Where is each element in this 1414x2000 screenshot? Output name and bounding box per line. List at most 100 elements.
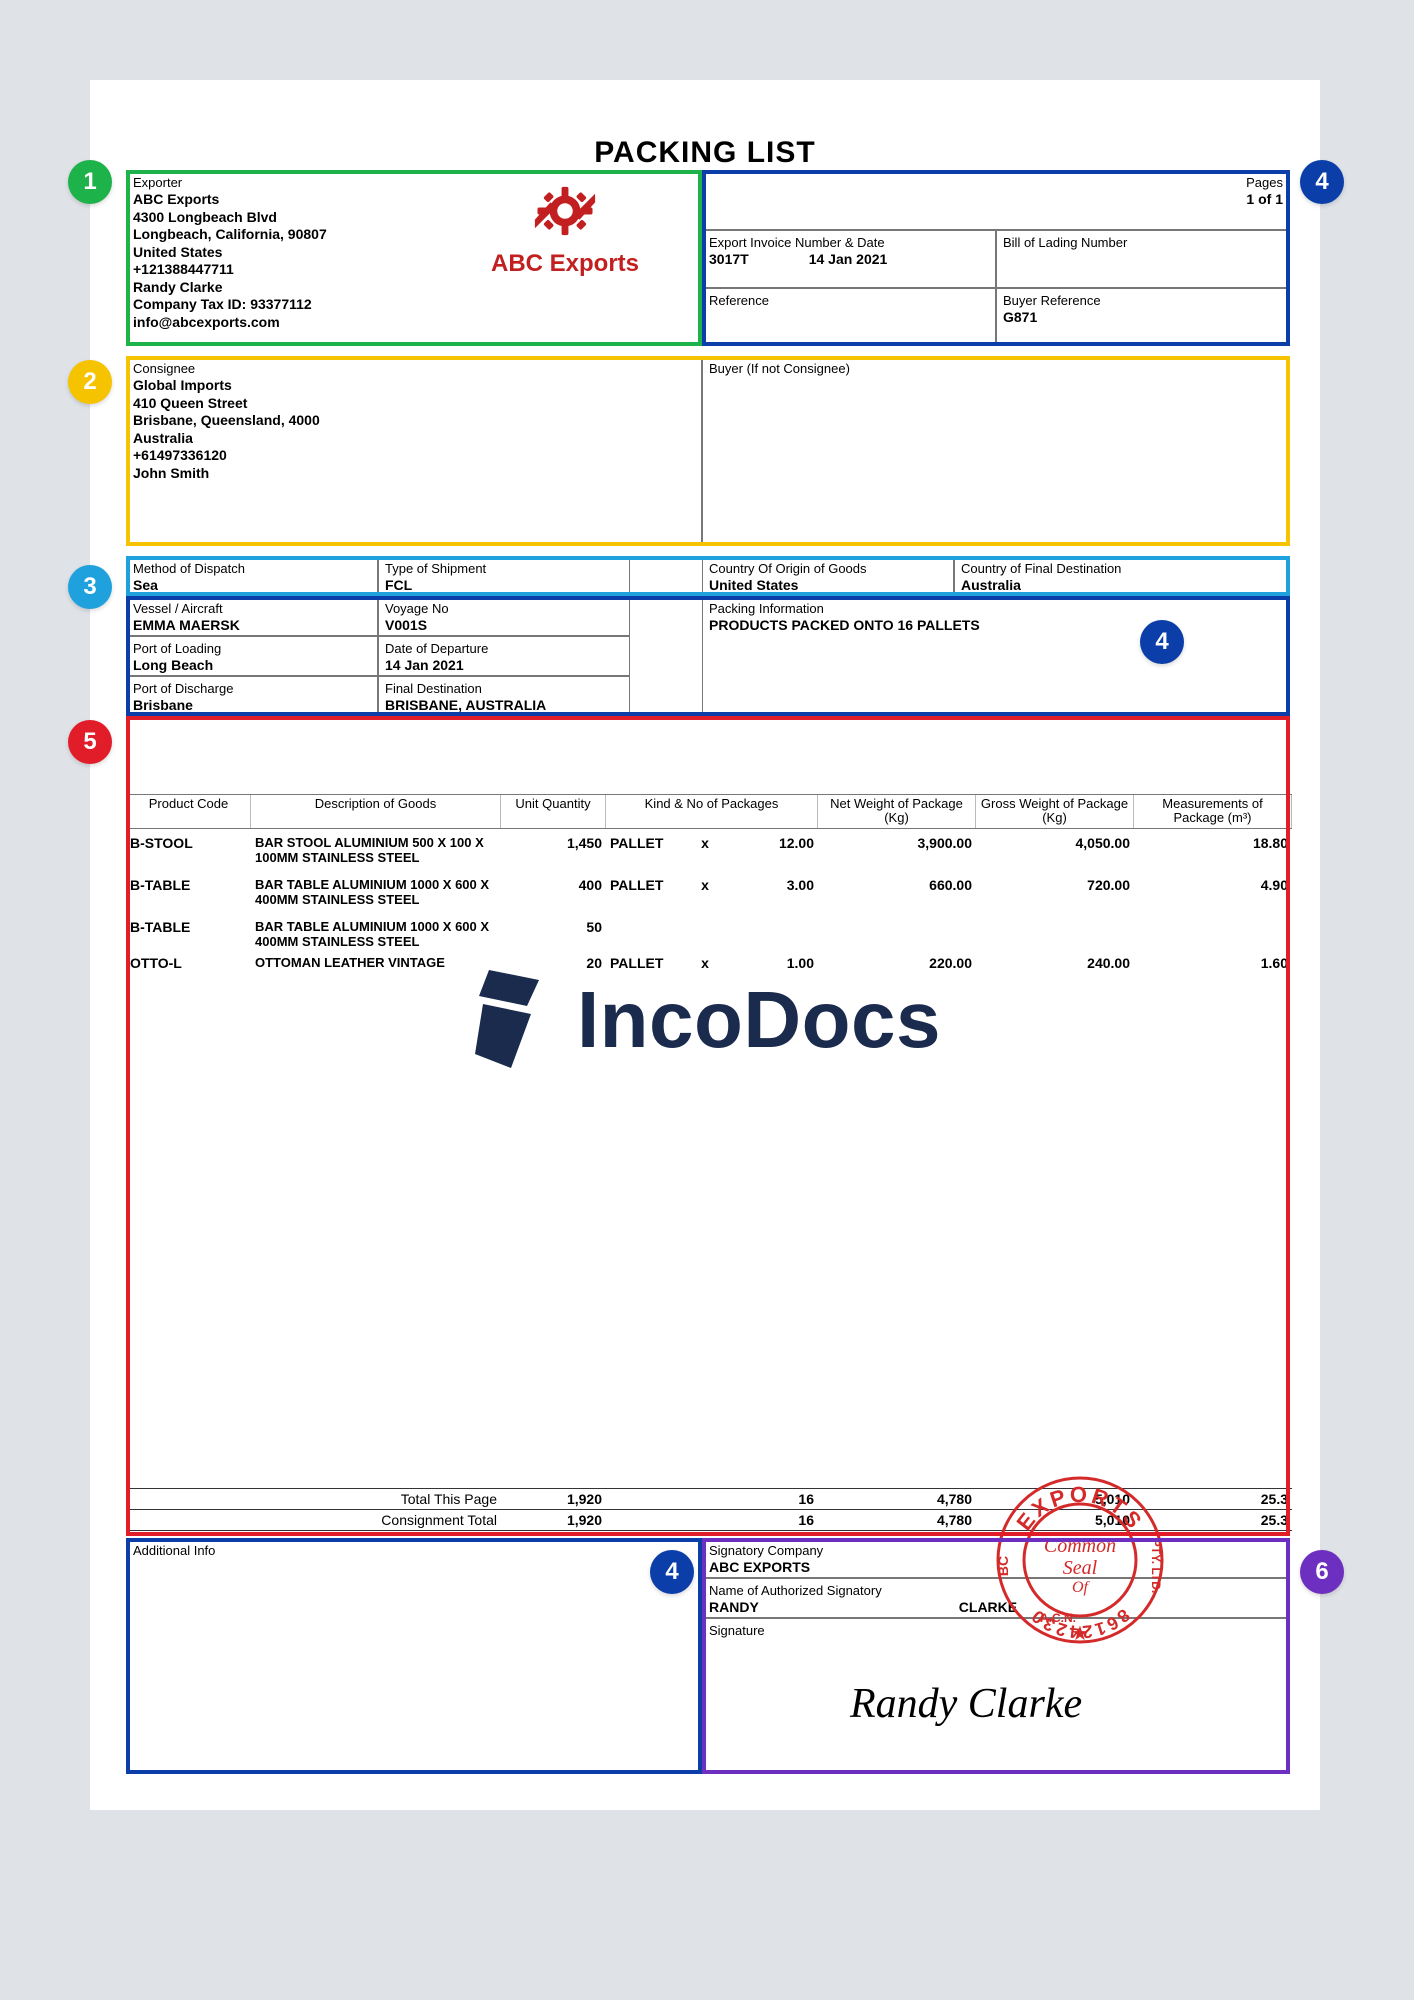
final-destination-value: BRISBANE, AUSTRALIA: [385, 697, 623, 715]
line-items-table: Product Code Description of Goods Unit Q…: [126, 794, 1292, 977]
row3-net: [818, 913, 976, 955]
vessel-value: EMMA MAERSK: [133, 617, 371, 635]
watermark-text: IncoDocs: [577, 974, 941, 1066]
incodocs-logo-icon: [469, 970, 559, 1070]
row3-code: B-TABLE: [126, 913, 251, 955]
table-row: B-TABLE BAR TABLE ALUMINIUM 1000 X 600 X…: [126, 871, 1292, 913]
row3-kind: [606, 913, 682, 955]
buyer-ref-label: Buyer Reference: [1003, 293, 1283, 309]
total-this-page-label: Total This Page: [126, 1489, 501, 1509]
voyage-cell: Voyage No V001S: [378, 596, 630, 636]
row2-gross: 720.00: [976, 871, 1134, 913]
additional-info-cell: Additional Info: [126, 1538, 702, 1774]
row3-meas: [1134, 913, 1292, 955]
row1-gross: 4,050.00: [976, 829, 1134, 871]
row2-kind: PALLET: [606, 871, 682, 913]
signatory-company-value: ABC EXPORTS: [709, 1559, 1283, 1577]
row3-desc: BAR TABLE ALUMINIUM 1000 X 600 X 400MM S…: [251, 913, 501, 955]
reference-label: Reference: [709, 293, 989, 309]
exporter-contact: Randy Clarke: [133, 279, 695, 297]
row2-pkgs: 3.00: [728, 871, 818, 913]
th-unit-qty: Unit Quantity: [501, 795, 606, 828]
consignee-address2: Brisbane, Queensland, 4000: [133, 412, 695, 430]
final-destination-country-cell: Country of Final Destination Australia: [954, 556, 1290, 596]
shipment-type-cell: Type of Shipment FCL: [378, 556, 630, 596]
consignee-address1: 410 Queen Street: [133, 395, 695, 413]
table-header: Product Code Description of Goods Unit Q…: [126, 794, 1292, 829]
th-measurements: Measurements of Package (m³): [1134, 795, 1292, 828]
row3-pkgs: [728, 913, 818, 955]
departure-date-cell: Date of Departure 14 Jan 2021: [378, 636, 630, 676]
vessel-cell: Vessel / Aircraft EMMA MAERSK: [126, 596, 378, 636]
document-title: PACKING LIST: [90, 136, 1320, 170]
consignment-total-gross: 5,010: [976, 1510, 1134, 1530]
signatory-company-cell: Signatory Company ABC EXPORTS: [702, 1538, 1290, 1578]
buyer-ref-value: G871: [1003, 309, 1283, 327]
port-discharge-cell: Port of Discharge Brisbane: [126, 676, 378, 716]
row2-net: 660.00: [818, 871, 976, 913]
voyage-label: Voyage No: [385, 601, 623, 617]
consignment-total-qty: 1,920: [501, 1510, 606, 1530]
port-loading-cell: Port of Loading Long Beach: [126, 636, 378, 676]
invoice-number: 3017T: [709, 251, 749, 269]
total-this-page-meas: 25.3: [1134, 1489, 1292, 1509]
consignment-total-label: Consignment Total: [126, 1510, 501, 1530]
additional-info-label: Additional Info: [133, 1543, 695, 1559]
port-loading-value: Long Beach: [133, 657, 371, 675]
packing-info-value: PRODUCTS PACKED ONTO 16 PALLETS: [709, 617, 1283, 635]
origin-country-cell: Country Of Origin of Goods United States: [702, 556, 954, 596]
packing-info-label: Packing Information: [709, 601, 1283, 617]
th-gross-weight: Gross Weight of Package (Kg): [976, 795, 1134, 828]
table-row: B-TABLE BAR TABLE ALUMINIUM 1000 X 600 X…: [126, 913, 1292, 955]
shipment-type-value: FCL: [385, 577, 623, 595]
final-destination-cell: Final Destination BRISBANE, AUSTRALIA: [378, 676, 630, 716]
consignee-name: Global Imports: [133, 377, 695, 395]
authorized-signatory-cell: Name of Authorized Signatory RANDY CLARK…: [702, 1578, 1290, 1618]
consignee-label: Consignee: [133, 361, 695, 377]
signatory-company-label: Signatory Company: [709, 1543, 1283, 1559]
row3-gross: [976, 913, 1134, 955]
row3-qty: 50: [501, 913, 606, 955]
incodocs-watermark: IncoDocs: [90, 970, 1320, 1070]
signature-label: Signature: [709, 1623, 1283, 1639]
origin-country-value: United States: [709, 577, 947, 595]
gear-icon: [455, 176, 675, 246]
exporter-taxid: Company Tax ID: 93377112: [133, 296, 695, 314]
row1-net: 3,900.00: [818, 829, 976, 871]
departure-date-label: Date of Departure: [385, 641, 623, 657]
invoice-label: Export Invoice Number & Date: [709, 235, 989, 251]
row3-x: [682, 913, 728, 955]
total-this-page-row: Total This Page 1,920 16 4,780 5,010 25.…: [126, 1488, 1292, 1509]
dispatch-method-label: Method of Dispatch: [133, 561, 371, 577]
consignee-cell: Consignee Global Imports 410 Queen Stree…: [126, 356, 702, 546]
row2-x: x: [682, 871, 728, 913]
row2-desc: BAR TABLE ALUMINIUM 1000 X 600 X 400MM S…: [251, 871, 501, 913]
exporter-logo: ABC Exports: [455, 176, 675, 278]
bol-cell: Bill of Lading Number: [996, 230, 1290, 288]
reference-cell: Reference: [702, 288, 996, 346]
row1-code: B-STOOL: [126, 829, 251, 871]
row1-qty: 1,450: [501, 829, 606, 871]
buyer-ref-cell: Buyer Reference G871: [996, 288, 1290, 346]
port-discharge-value: Brisbane: [133, 697, 371, 715]
total-this-page-pkgs: 16: [728, 1489, 818, 1509]
consignment-total-row: Consignment Total 1,920 16 4,780 5,010 2…: [126, 1509, 1292, 1531]
row1-desc: BAR STOOL ALUMINIUM 500 X 100 X 100MM ST…: [251, 829, 501, 871]
authorized-signatory-last: CLARKE: [959, 1599, 1017, 1617]
consignee-phone: +61497336120: [133, 447, 695, 465]
totals-block: Total This Page 1,920 16 4,780 5,010 25.…: [126, 1488, 1292, 1531]
row2-meas: 4.90: [1134, 871, 1292, 913]
consignment-total-net: 4,780: [818, 1510, 976, 1530]
buyer-if-not-label: Buyer (If not Consignee): [709, 361, 1283, 377]
consignee-country: Australia: [133, 430, 695, 448]
dispatch-method-value: Sea: [133, 577, 371, 595]
total-this-page-gross: 5,010: [976, 1489, 1134, 1509]
signature-script: Randy Clarke: [850, 1680, 1082, 1728]
origin-country-label: Country Of Origin of Goods: [709, 561, 947, 577]
pages-cell: Pages 1 of 1: [702, 170, 1290, 230]
exporter-email: info@abcexports.com: [133, 314, 695, 332]
port-loading-label: Port of Loading: [133, 641, 371, 657]
authorized-signatory-first: RANDY: [709, 1599, 759, 1617]
dispatch-method-cell: Method of Dispatch Sea: [126, 556, 378, 596]
th-product-code: Product Code: [126, 795, 251, 828]
